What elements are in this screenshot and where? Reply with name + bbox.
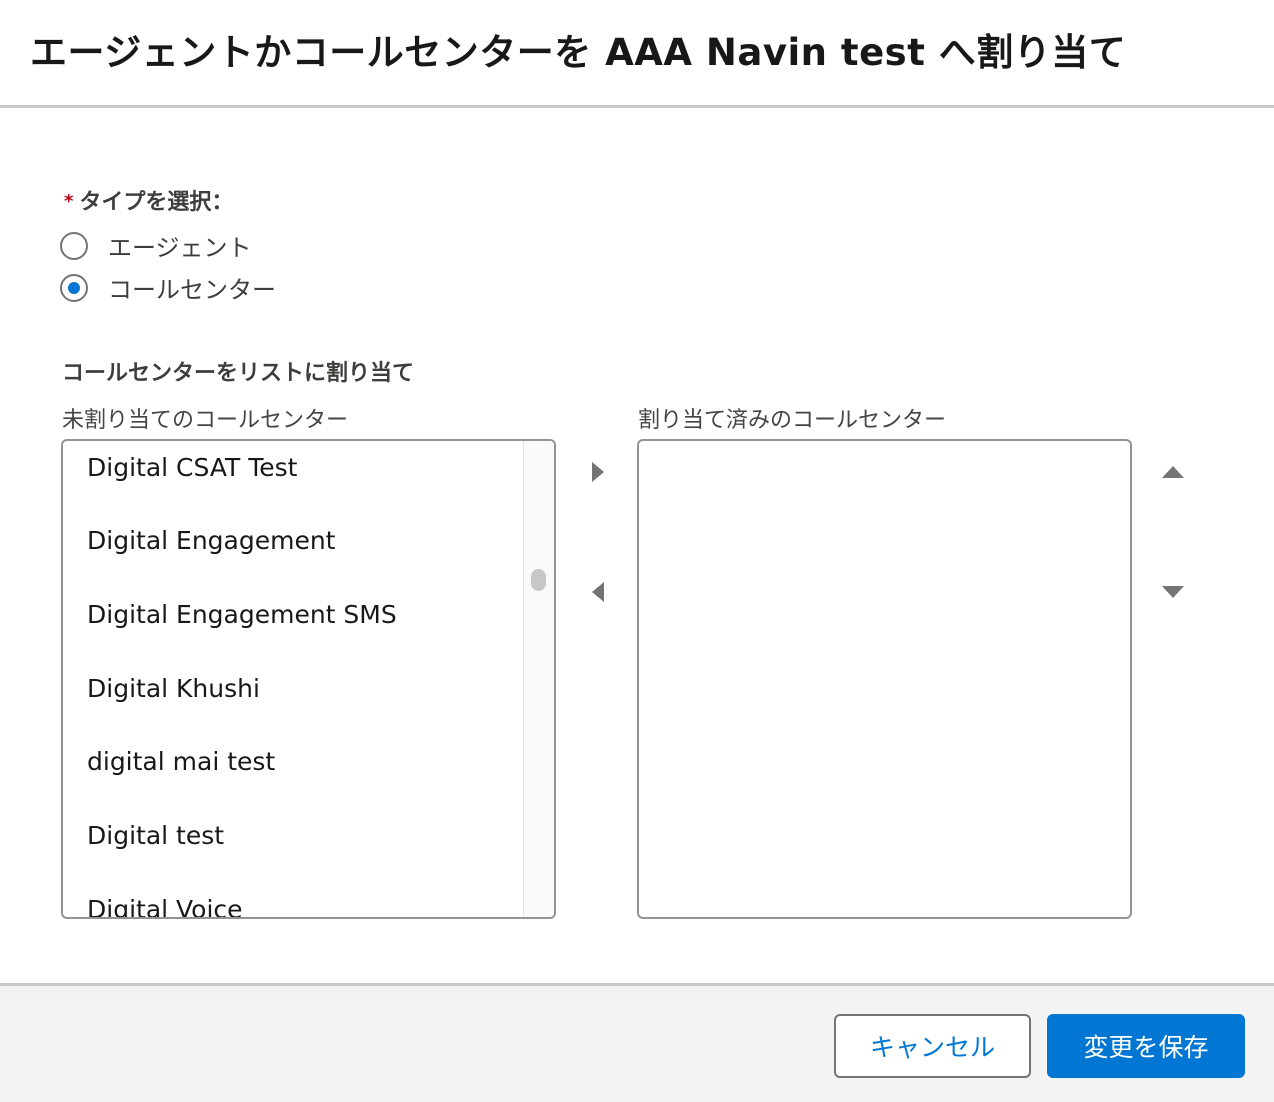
available-list-label: 未割り当てのコールセンター <box>62 408 349 433</box>
triangle-up-icon <box>1162 466 1184 478</box>
modal-footer: キャンセル 変更を保存 <box>0 983 1274 1102</box>
triangle-right-icon <box>592 462 604 482</box>
selected-list-label: 割り当て済みのコールセンター <box>638 408 947 433</box>
radio-option-agent[interactable]: エージェント <box>60 228 252 263</box>
radio-button-agent[interactable] <box>60 231 88 260</box>
list-item[interactable]: Digital Khushi <box>87 674 260 703</box>
list-item[interactable]: Digital Engagement SMS <box>87 600 397 629</box>
available-listbox[interactable]: Digital CSAT Test Digital Engagement Dig… <box>61 439 556 919</box>
list-item[interactable]: digital mai test <box>87 747 275 776</box>
modal-title: エージェントかコールセンターを AAA Navin test へ割り当て <box>30 31 1127 74</box>
modal-header: エージェントかコールセンターを AAA Navin test へ割り当て <box>0 0 1274 108</box>
list-item[interactable]: Digital Engagement <box>87 526 336 555</box>
move-right-button[interactable] <box>583 457 613 487</box>
move-down-button[interactable] <box>1158 577 1188 607</box>
radio-label-call-center: コールセンター <box>108 276 276 304</box>
triangle-down-icon <box>1162 586 1184 598</box>
type-select-label: * タイプを選択： <box>64 184 233 216</box>
cancel-button[interactable]: キャンセル <box>834 1014 1031 1078</box>
triangle-left-icon <box>592 582 604 602</box>
radio-option-call-center[interactable]: コールセンター <box>60 270 276 305</box>
type-select-label-text: タイプを選択： <box>79 190 234 215</box>
move-left-button[interactable] <box>583 577 613 607</box>
radio-label-agent: エージェント <box>108 234 252 262</box>
list-item[interactable]: Digital Voice <box>87 895 243 917</box>
scrollbar[interactable] <box>523 441 554 917</box>
radio-button-call-center[interactable] <box>60 273 88 302</box>
scrollbar-thumb[interactable] <box>531 569 546 591</box>
list-item[interactable]: Digital test <box>87 821 224 850</box>
save-button[interactable]: 変更を保存 <box>1047 1014 1245 1078</box>
list-item[interactable]: Digital CSAT Test <box>87 453 297 482</box>
dual-list-title: コールセンターをリストに割り当て <box>62 361 415 386</box>
move-up-button[interactable] <box>1158 457 1188 487</box>
selected-listbox[interactable] <box>637 439 1132 919</box>
required-mark: * <box>64 191 74 212</box>
